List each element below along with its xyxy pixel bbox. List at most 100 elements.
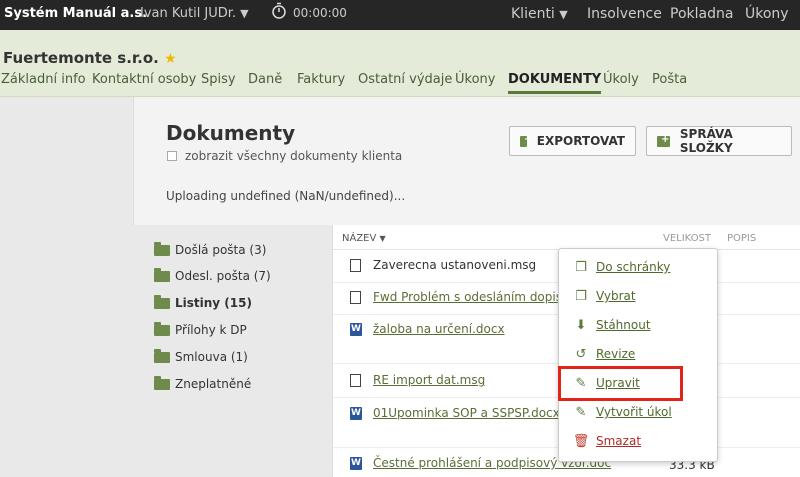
column-desc-header[interactable]: POPIS — [727, 233, 756, 244]
file-context-menu: ❐ Do schránky ❐ Vybrat ⬇ Stáhnout ↺ Revi… — [558, 248, 718, 462]
folder-label: Smlouva (1) — [175, 350, 248, 364]
menu-item-stahnout[interactable]: ⬇ Stáhnout — [573, 317, 651, 333]
file-name[interactable]: žaloba na určení.docx — [373, 322, 505, 336]
show-all-label: zobrazit všechny dokumenty klienta — [185, 149, 403, 163]
download-icon: ⬇ — [575, 317, 587, 333]
menu-item-label: Revize — [596, 347, 636, 361]
tab-dane[interactable]: Daně — [248, 72, 282, 87]
sort-down-icon: ▼ — [379, 234, 386, 243]
nav-insolvence[interactable]: Insolvence — [587, 6, 662, 22]
folder-add-icon — [520, 134, 532, 147]
file-name[interactable]: Fwd Problém s odesláním dopisu — [373, 290, 570, 304]
folder-label: Zneplatněné — [175, 377, 252, 391]
tab-faktury[interactable]: Faktury — [297, 72, 345, 87]
folder-label: Došlá pošta (3) — [175, 243, 267, 257]
tab-zakladni-info[interactable]: Základní info — [1, 72, 86, 87]
table-row[interactable]: Fwd Problém s odesláním dopisu — [350, 290, 570, 304]
user-menu[interactable]: Ivan Kutil JUDr. ▼ — [140, 6, 249, 21]
client-name: Fuertemonte s.r.o. — [3, 49, 159, 67]
stopwatch-icon[interactable] — [271, 2, 287, 20]
column-size-header[interactable]: VELIKOST — [663, 233, 711, 244]
table-row[interactable]: W 01Upominka SOP a SSPSP.docx — [350, 406, 560, 420]
file-name[interactable]: RE import dat.msg — [373, 373, 485, 387]
menu-item-do-schranky[interactable]: ❐ Do schránky — [573, 259, 670, 275]
folder-icon — [154, 375, 170, 390]
page-title: Dokumenty — [166, 121, 296, 145]
tab-kontaktni-osoby[interactable]: Kontaktní osoby — [92, 72, 196, 87]
menu-item-label: Stáhnout — [596, 318, 651, 332]
documents-panel-header: Dokumenty zobrazit všechny dokumenty kli… — [133, 97, 800, 225]
menu-item-revize[interactable]: ↺ Revize — [573, 346, 636, 362]
folder-icon — [154, 321, 170, 336]
document-icon — [350, 290, 361, 304]
folder-management-button[interactable]: SPRÁVA SLOŽKY — [646, 126, 792, 156]
folder-item-active[interactable]: Listiny (15) — [154, 294, 252, 310]
left-gutter — [0, 97, 133, 477]
table-row[interactable]: RE import dat.msg — [350, 373, 485, 387]
menu-item-label: Vybrat — [596, 289, 636, 303]
menu-item-vybrat[interactable]: ❐ Vybrat — [573, 288, 636, 304]
menu-item-vytvorit-ukol[interactable]: ✎ Vytvořit úkol — [573, 404, 672, 420]
word-icon: W — [350, 406, 362, 420]
chevron-down-icon: ▼ — [240, 7, 249, 20]
folder-icon — [154, 267, 170, 282]
copy-icon: ❐ — [575, 288, 587, 304]
star-icon[interactable]: ★ — [164, 51, 177, 67]
client-header: Fuertemonte s.r.o. ★ Základní info Konta… — [0, 30, 800, 97]
word-icon: W — [350, 322, 362, 336]
client-title: Fuertemonte s.r.o. ★ — [3, 49, 177, 67]
file-name[interactable]: Zaverecna ustanoveni.msg — [373, 258, 536, 272]
user-name: Ivan Kutil JUDr. — [140, 6, 237, 21]
tab-ukony[interactable]: Úkony — [455, 72, 495, 87]
nav-clients-label: Klienti — [511, 6, 555, 22]
copy-icon: ❐ — [575, 259, 587, 275]
timer-value: 00:00:00 — [293, 6, 347, 20]
tab-spisy[interactable]: Spisy — [201, 72, 236, 87]
word-icon: W — [350, 456, 362, 470]
tab-ukoly[interactable]: Úkoly — [603, 72, 639, 87]
column-name-label: NÁZEV — [342, 233, 377, 244]
nav-clients[interactable]: Klienti ▼ — [511, 6, 568, 22]
tab-dokumenty[interactable]: DOKUMENTY — [508, 72, 602, 94]
brand-name[interactable]: Systém Manuál a.s. — [4, 6, 147, 21]
folder-item[interactable]: Přílohy k DP — [154, 321, 247, 337]
column-name-header[interactable]: NÁZEV ▼ — [342, 233, 386, 244]
folder-management-label: SPRÁVA SLOŽKY — [679, 127, 733, 155]
folder-icon — [154, 241, 170, 256]
show-all-checkbox-row[interactable]: zobrazit všechny dokumenty klienta — [167, 149, 402, 163]
nav-ukony[interactable]: Úkony — [745, 6, 789, 22]
folder-label: Listiny (15) — [175, 296, 252, 310]
folder-item[interactable]: Došlá pošta (3) — [154, 241, 267, 257]
show-all-checkbox[interactable] — [167, 151, 177, 161]
folder-item[interactable]: Odesl. pošta (7) — [154, 267, 271, 283]
menu-item-smazat[interactable]: 🗑 Smazat — [573, 433, 641, 449]
trash-icon: 🗑 — [572, 433, 590, 449]
document-icon — [350, 373, 361, 387]
document-icon — [350, 258, 361, 272]
top-bar: Systém Manuál a.s. Ivan Kutil JUDr. ▼ 00:… — [0, 0, 800, 30]
folder-label: Odesl. pošta (7) — [175, 269, 271, 283]
chevron-down-icon: ▼ — [559, 8, 568, 21]
nav-pokladna[interactable]: Pokladna — [670, 6, 733, 22]
folder-icon — [154, 294, 170, 309]
pencil-icon: ✎ — [575, 404, 587, 420]
menu-item-label: Vytvořit úkol — [596, 405, 672, 419]
folder-sidebar: Došlá pošta (3) Odesl. pošta (7) Listiny… — [133, 225, 333, 477]
export-button[interactable]: EXPORTOVAT — [509, 126, 636, 156]
folder-item[interactable]: Smlouva (1) — [154, 348, 248, 364]
tab-posta[interactable]: Pošta — [652, 72, 687, 87]
table-row[interactable]: W žaloba na určení.docx — [350, 322, 505, 336]
file-name[interactable]: 01Upominka SOP a SSPSP.docx — [373, 406, 560, 420]
history-icon: ↺ — [575, 346, 587, 362]
export-button-label: EXPORTOVAT — [536, 134, 625, 148]
folder-label: Přílohy k DP — [175, 323, 247, 337]
menu-item-label: Do schránky — [596, 260, 671, 274]
tab-ostatni-vydaje[interactable]: Ostatní výdaje — [358, 72, 452, 87]
upload-status: Uploading undefined (NaN/undefined)... — [166, 189, 406, 203]
table-row[interactable]: Zaverecna ustanoveni.msg — [350, 258, 536, 272]
menu-item-label: Smazat — [596, 434, 642, 448]
folder-add-icon — [657, 134, 670, 147]
folder-icon — [154, 348, 170, 363]
folder-item[interactable]: Zneplatněné — [154, 375, 252, 391]
highlight-box — [558, 366, 683, 401]
